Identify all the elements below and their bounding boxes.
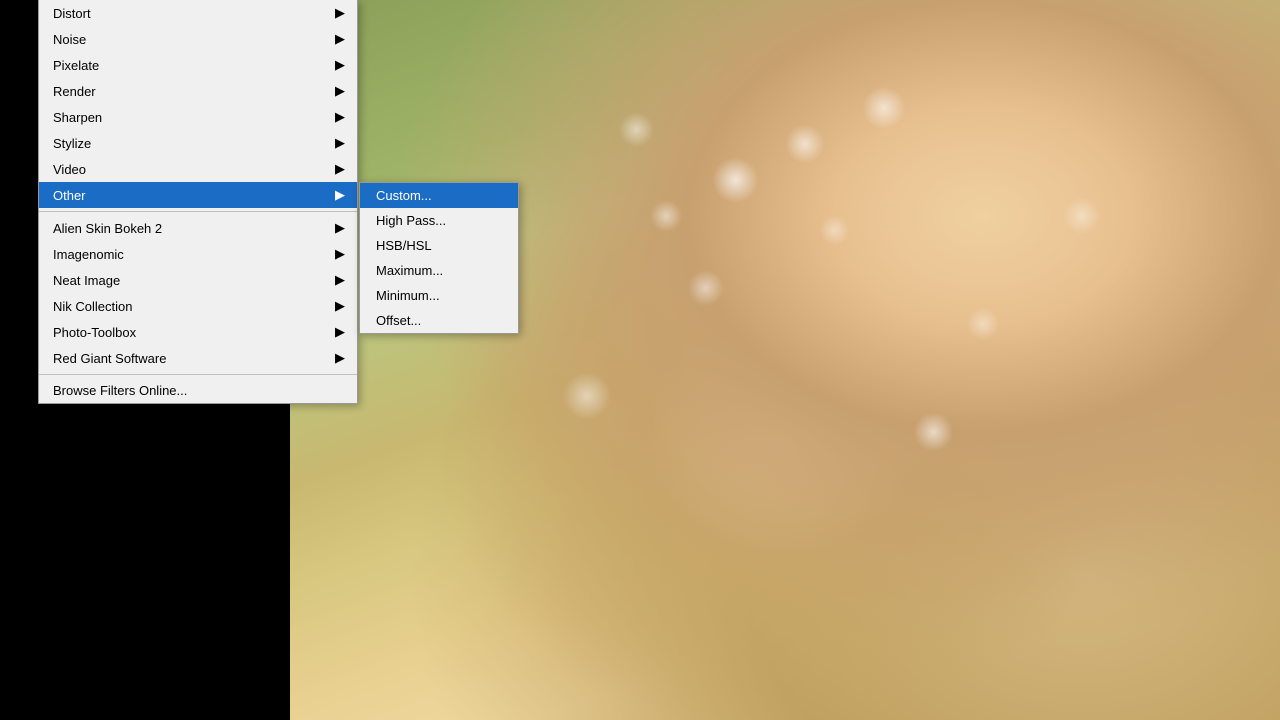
menu-item-render-label: Render [53, 84, 96, 99]
submenu-item-minimum[interactable]: Minimum... [360, 283, 518, 308]
menu-item-noise-label: Noise [53, 32, 86, 47]
arrow-right-icon: ▶ [335, 350, 345, 366]
menu-item-red-giant[interactable]: Red Giant Software ▶ [39, 345, 357, 371]
arrow-right-icon: ▶ [335, 31, 345, 47]
other-submenu-wrapper: Other ▶ Custom... High Pass... HSB/HSL M… [39, 182, 357, 208]
menu-item-alien-skin-label: Alien Skin Bokeh 2 [53, 221, 162, 236]
submenu-item-custom-label: Custom... [376, 188, 432, 203]
submenu-item-hsb-hsl-label: HSB/HSL [376, 238, 432, 253]
menu-item-neat-image[interactable]: Neat Image ▶ [39, 267, 357, 293]
submenu-item-minimum-label: Minimum... [376, 288, 440, 303]
arrow-right-icon: ▶ [335, 272, 345, 288]
menu-item-video[interactable]: Video ▶ [39, 156, 357, 182]
arrow-right-icon: ▶ [335, 246, 345, 262]
submenu-other: Custom... High Pass... HSB/HSL Maximum..… [359, 182, 519, 334]
menu-item-photo-toolbox-label: Photo-Toolbox [53, 325, 136, 340]
menu-item-other-label: Other [53, 188, 86, 203]
menu-item-red-giant-label: Red Giant Software [53, 351, 166, 366]
menu-item-neat-image-label: Neat Image [53, 273, 120, 288]
arrow-right-icon: ▶ [335, 57, 345, 73]
menu-item-render[interactable]: Render ▶ [39, 78, 357, 104]
menu-item-distort[interactable]: Distort ▶ [39, 0, 357, 26]
arrow-right-icon: ▶ [335, 83, 345, 99]
submenu-item-custom[interactable]: Custom... [360, 183, 518, 208]
menu-item-nik-collection-label: Nik Collection [53, 299, 132, 314]
plugin-items-group: Alien Skin Bokeh 2 ▶ Imagenomic ▶ Neat I… [39, 215, 357, 371]
menu-item-noise[interactable]: Noise ▶ [39, 26, 357, 52]
menu-item-sharpen[interactable]: Sharpen ▶ [39, 104, 357, 130]
separator-2 [39, 374, 357, 375]
submenu-item-high-pass[interactable]: High Pass... [360, 208, 518, 233]
submenu-item-offset-label: Offset... [376, 313, 421, 328]
menu-item-distort-label: Distort [53, 6, 91, 21]
arrow-right-icon: ▶ [335, 161, 345, 177]
menu-item-alien-skin[interactable]: Alien Skin Bokeh 2 ▶ [39, 215, 357, 241]
submenu-item-maximum[interactable]: Maximum... [360, 258, 518, 283]
arrow-right-icon-other: ▶ [335, 187, 345, 203]
menu-item-pixelate-label: Pixelate [53, 58, 99, 73]
arrow-right-icon: ▶ [335, 220, 345, 236]
separator-1 [39, 211, 357, 212]
menu-item-other[interactable]: Other ▶ [39, 182, 357, 208]
arrow-right-icon: ▶ [335, 109, 345, 125]
arrow-right-icon: ▶ [335, 5, 345, 21]
menu-item-imagenomic-label: Imagenomic [53, 247, 124, 262]
photo-area [290, 0, 1280, 720]
submenu-item-offset[interactable]: Offset... [360, 308, 518, 333]
arrow-right-icon: ▶ [335, 324, 345, 340]
submenu-item-hsb-hsl[interactable]: HSB/HSL [360, 233, 518, 258]
submenu-item-high-pass-label: High Pass... [376, 213, 446, 228]
menu-item-pixelate[interactable]: Pixelate ▶ [39, 52, 357, 78]
menu-item-video-label: Video [53, 162, 86, 177]
arrow-right-icon: ▶ [335, 135, 345, 151]
menu-item-browse-filters-label: Browse Filters Online... [53, 383, 187, 398]
arrow-right-icon: ▶ [335, 298, 345, 314]
primary-menu-list: Distort ▶ Noise ▶ Pixelate ▶ Render ▶ Sh… [38, 0, 358, 404]
menu-item-sharpen-label: Sharpen [53, 110, 102, 125]
menu-item-nik-collection[interactable]: Nik Collection ▶ [39, 293, 357, 319]
menu-item-browse-filters[interactable]: Browse Filters Online... [39, 378, 357, 403]
submenu-item-maximum-label: Maximum... [376, 263, 443, 278]
menu-item-stylize-label: Stylize [53, 136, 91, 151]
menu-item-imagenomic[interactable]: Imagenomic ▶ [39, 241, 357, 267]
filter-menu: Distort ▶ Noise ▶ Pixelate ▶ Render ▶ Sh… [38, 0, 358, 404]
menu-item-stylize[interactable]: Stylize ▶ [39, 130, 357, 156]
menu-item-photo-toolbox[interactable]: Photo-Toolbox ▶ [39, 319, 357, 345]
